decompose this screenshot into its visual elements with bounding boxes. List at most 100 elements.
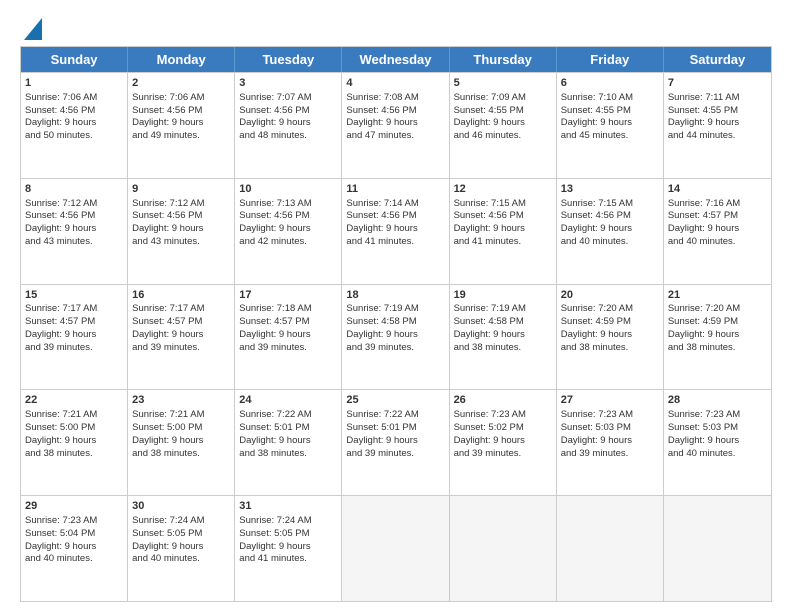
day-info-line-4: and 38 minutes. (132, 448, 200, 459)
day-info-line-1: Sunrise: 7:14 AM (346, 198, 418, 209)
day-info-line-1: Sunrise: 7:17 AM (132, 303, 204, 314)
day-number: 6 (561, 76, 659, 91)
day-info-line-2: Sunset: 4:55 PM (668, 105, 738, 116)
calendar-cell-day-2: 2Sunrise: 7:06 AMSunset: 4:56 PMDaylight… (128, 73, 235, 178)
day-info-line-3: Daylight: 9 hours (132, 223, 203, 234)
day-info-line-2: Sunset: 4:56 PM (25, 105, 95, 116)
day-info-line-4: and 39 minutes. (132, 342, 200, 353)
day-number: 13 (561, 182, 659, 197)
day-info-line-1: Sunrise: 7:15 AM (454, 198, 526, 209)
day-info-line-2: Sunset: 4:59 PM (668, 316, 738, 327)
day-info-line-4: and 45 minutes. (561, 130, 629, 141)
day-info-line-1: Sunrise: 7:21 AM (132, 409, 204, 420)
day-number: 23 (132, 393, 230, 408)
day-info-line-3: Daylight: 9 hours (132, 435, 203, 446)
calendar-row-5: 29Sunrise: 7:23 AMSunset: 5:04 PMDayligh… (21, 495, 771, 601)
day-info-line-4: and 40 minutes. (668, 448, 736, 459)
day-info-line-3: Daylight: 9 hours (454, 329, 525, 340)
day-info-line-1: Sunrise: 7:22 AM (239, 409, 311, 420)
day-number: 19 (454, 288, 552, 303)
day-info-line-4: and 39 minutes. (346, 342, 414, 353)
day-info-line-4: and 48 minutes. (239, 130, 307, 141)
day-info-line-4: and 41 minutes. (239, 553, 307, 564)
day-info-line-4: and 42 minutes. (239, 236, 307, 247)
day-info-line-1: Sunrise: 7:13 AM (239, 198, 311, 209)
day-info-line-2: Sunset: 5:00 PM (25, 422, 95, 433)
day-info-line-2: Sunset: 4:56 PM (25, 210, 95, 221)
day-number: 29 (25, 499, 123, 514)
day-number: 10 (239, 182, 337, 197)
calendar-cell-day-12: 12Sunrise: 7:15 AMSunset: 4:56 PMDayligh… (450, 179, 557, 284)
day-info-line-4: and 40 minutes. (25, 553, 93, 564)
day-number: 26 (454, 393, 552, 408)
calendar-cell-day-7: 7Sunrise: 7:11 AMSunset: 4:55 PMDaylight… (664, 73, 771, 178)
day-number: 22 (25, 393, 123, 408)
day-info-line-2: Sunset: 4:55 PM (561, 105, 631, 116)
day-info-line-2: Sunset: 4:56 PM (239, 105, 309, 116)
day-info-line-1: Sunrise: 7:10 AM (561, 92, 633, 103)
day-info-line-2: Sunset: 5:00 PM (132, 422, 202, 433)
day-number: 31 (239, 499, 337, 514)
day-number: 3 (239, 76, 337, 91)
day-info-line-2: Sunset: 4:58 PM (346, 316, 416, 327)
day-info-line-4: and 40 minutes. (132, 553, 200, 564)
calendar-body: 1Sunrise: 7:06 AMSunset: 4:56 PMDaylight… (21, 72, 771, 601)
day-info-line-3: Daylight: 9 hours (25, 117, 96, 128)
day-info-line-2: Sunset: 4:56 PM (132, 105, 202, 116)
day-info-line-2: Sunset: 4:56 PM (454, 210, 524, 221)
weekday-header-saturday: Saturday (664, 47, 771, 72)
day-info-line-2: Sunset: 4:57 PM (132, 316, 202, 327)
day-info-line-4: and 39 minutes. (25, 342, 93, 353)
day-info-line-3: Daylight: 9 hours (239, 435, 310, 446)
day-info-line-2: Sunset: 4:56 PM (561, 210, 631, 221)
day-info-line-4: and 38 minutes. (25, 448, 93, 459)
day-info-line-1: Sunrise: 7:19 AM (346, 303, 418, 314)
logo (20, 18, 42, 40)
day-number: 7 (668, 76, 767, 91)
day-number: 25 (346, 393, 444, 408)
day-info-line-1: Sunrise: 7:16 AM (668, 198, 740, 209)
day-info-line-3: Daylight: 9 hours (239, 117, 310, 128)
day-info-line-4: and 49 minutes. (132, 130, 200, 141)
calendar-cell-day-4: 4Sunrise: 7:08 AMSunset: 4:56 PMDaylight… (342, 73, 449, 178)
calendar-cell-day-26: 26Sunrise: 7:23 AMSunset: 5:02 PMDayligh… (450, 390, 557, 495)
day-info-line-3: Daylight: 9 hours (561, 223, 632, 234)
day-number: 11 (346, 182, 444, 197)
day-info-line-4: and 41 minutes. (346, 236, 414, 247)
day-number: 20 (561, 288, 659, 303)
day-info-line-3: Daylight: 9 hours (25, 223, 96, 234)
day-info-line-2: Sunset: 5:05 PM (132, 528, 202, 539)
day-info-line-2: Sunset: 5:03 PM (561, 422, 631, 433)
day-info-line-1: Sunrise: 7:07 AM (239, 92, 311, 103)
calendar: SundayMondayTuesdayWednesdayThursdayFrid… (20, 46, 772, 602)
day-info-line-4: and 46 minutes. (454, 130, 522, 141)
day-info-line-3: Daylight: 9 hours (561, 117, 632, 128)
day-info-line-2: Sunset: 4:57 PM (668, 210, 738, 221)
day-info-line-2: Sunset: 5:03 PM (668, 422, 738, 433)
day-info-line-1: Sunrise: 7:23 AM (668, 409, 740, 420)
calendar-cell-day-18: 18Sunrise: 7:19 AMSunset: 4:58 PMDayligh… (342, 285, 449, 390)
day-info-line-3: Daylight: 9 hours (561, 329, 632, 340)
calendar-cell-day-20: 20Sunrise: 7:20 AMSunset: 4:59 PMDayligh… (557, 285, 664, 390)
day-info-line-4: and 44 minutes. (668, 130, 736, 141)
calendar-cell-day-21: 21Sunrise: 7:20 AMSunset: 4:59 PMDayligh… (664, 285, 771, 390)
day-info-line-1: Sunrise: 7:06 AM (25, 92, 97, 103)
calendar-cell-day-1: 1Sunrise: 7:06 AMSunset: 4:56 PMDaylight… (21, 73, 128, 178)
calendar-cell-day-5: 5Sunrise: 7:09 AMSunset: 4:55 PMDaylight… (450, 73, 557, 178)
day-info-line-1: Sunrise: 7:18 AM (239, 303, 311, 314)
calendar-cell-empty (664, 496, 771, 601)
day-info-line-3: Daylight: 9 hours (454, 435, 525, 446)
day-info-line-3: Daylight: 9 hours (239, 223, 310, 234)
calendar-cell-day-9: 9Sunrise: 7:12 AMSunset: 4:56 PMDaylight… (128, 179, 235, 284)
day-info-line-4: and 40 minutes. (668, 236, 736, 247)
day-info-line-3: Daylight: 9 hours (668, 329, 739, 340)
day-info-line-2: Sunset: 5:02 PM (454, 422, 524, 433)
calendar-cell-day-31: 31Sunrise: 7:24 AMSunset: 5:05 PMDayligh… (235, 496, 342, 601)
calendar-cell-empty (342, 496, 449, 601)
day-info-line-4: and 41 minutes. (454, 236, 522, 247)
calendar-cell-day-29: 29Sunrise: 7:23 AMSunset: 5:04 PMDayligh… (21, 496, 128, 601)
day-info-line-1: Sunrise: 7:23 AM (561, 409, 633, 420)
calendar-cell-empty (557, 496, 664, 601)
day-number: 27 (561, 393, 659, 408)
day-info-line-4: and 39 minutes. (454, 448, 522, 459)
